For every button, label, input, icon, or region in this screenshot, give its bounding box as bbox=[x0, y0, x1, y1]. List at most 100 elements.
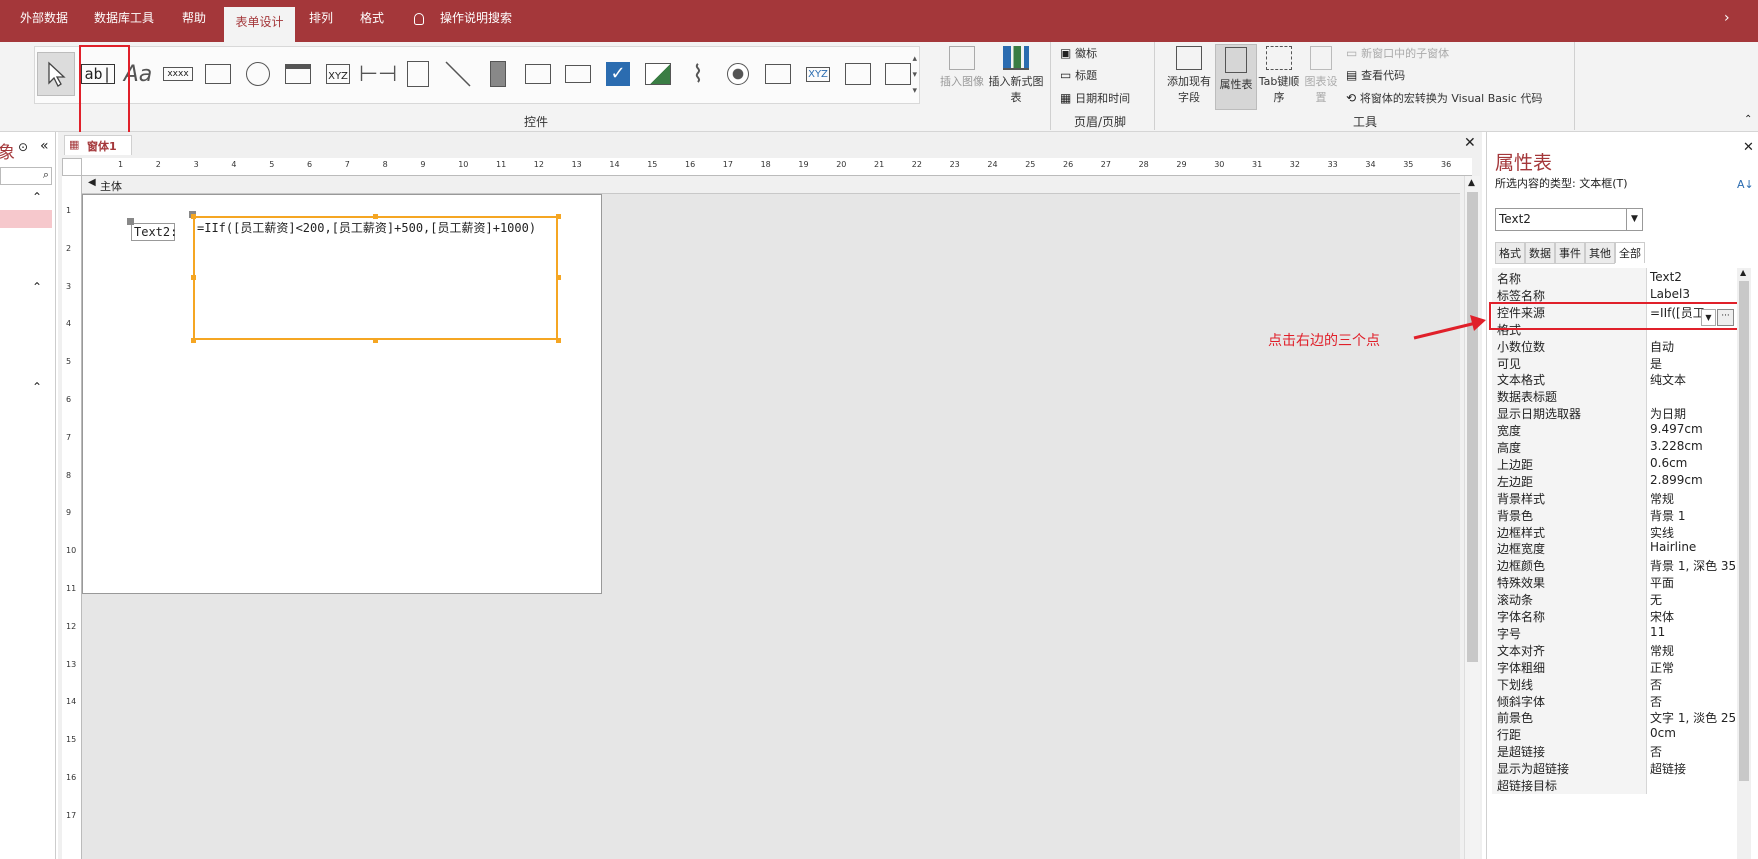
resize-handle[interactable] bbox=[556, 214, 561, 219]
label-handle[interactable] bbox=[127, 218, 134, 225]
resize-handle[interactable] bbox=[556, 338, 561, 343]
tab-database-tools[interactable]: 数据库工具 bbox=[94, 9, 154, 26]
option-button-tool[interactable] bbox=[719, 52, 757, 96]
line-tool[interactable] bbox=[439, 52, 477, 96]
ribbon-collapse-icon[interactable]: › bbox=[1724, 10, 1730, 26]
logo-button[interactable]: ▣ 徽标 bbox=[1060, 45, 1097, 61]
ruler-number: 7 bbox=[66, 432, 72, 442]
property-value[interactable] bbox=[1647, 775, 1735, 794]
resize-handle[interactable] bbox=[373, 338, 378, 343]
button-icon: xxxx bbox=[163, 67, 193, 81]
chart-tool[interactable]: XYZ bbox=[799, 52, 837, 96]
page-break-tool[interactable] bbox=[399, 52, 437, 96]
nav-collapse-icon[interactable]: « bbox=[40, 138, 49, 154]
scroll-up-icon[interactable]: ▲ bbox=[1468, 178, 1475, 188]
nav-group-chevron-icon[interactable]: ⌃ bbox=[32, 190, 42, 204]
listbox-tool[interactable] bbox=[519, 52, 557, 96]
option-group-icon: ⊢⊣ bbox=[358, 61, 398, 87]
dropdown-chevron-icon[interactable]: ▼ bbox=[1626, 209, 1642, 230]
tab-other-props[interactable]: 其他 bbox=[1585, 242, 1615, 264]
object-selector[interactable]: Text2 ▼ bbox=[1495, 208, 1643, 231]
property-row[interactable]: 超链接目标 bbox=[1492, 775, 1735, 794]
nav-menu-icon[interactable]: ⊙ bbox=[18, 140, 28, 154]
ruler-number: 18 bbox=[760, 160, 771, 169]
document-tab[interactable]: ▦ 窗体1 bbox=[64, 135, 132, 155]
ruler-number: 13 bbox=[66, 659, 77, 669]
bound-object-icon bbox=[885, 63, 911, 85]
scroll-thumb[interactable] bbox=[1467, 192, 1478, 662]
title-button[interactable]: ▭ 标题 bbox=[1060, 67, 1097, 83]
object-selector-value: Text2 bbox=[1499, 212, 1531, 226]
resize-handle[interactable] bbox=[373, 214, 378, 219]
tab-external-data[interactable]: 外部数据 bbox=[20, 9, 68, 26]
tab-format-props[interactable]: 格式 bbox=[1495, 242, 1525, 264]
nav-search-input[interactable]: ⌕ bbox=[0, 167, 52, 185]
textbox-control[interactable]: =IIf([员工薪资]<200,[员工薪资]+500,[员工薪资]+1000) bbox=[193, 216, 558, 340]
paperclip-icon: ⌇ bbox=[692, 60, 704, 88]
form-design-surface: ◀ 主体 Text2: =IIf([员工薪资]<200,[员工薪资]+500,[… bbox=[82, 176, 1460, 859]
nav-selected-item[interactable] bbox=[0, 210, 52, 228]
ribbon-pin-icon[interactable]: ⌃ bbox=[1744, 114, 1752, 125]
tab-all-props[interactable]: 全部 bbox=[1615, 242, 1645, 263]
view-code-button[interactable]: ▤ 查看代码 bbox=[1346, 67, 1405, 83]
add-fields-button[interactable]: 添加现有字段 bbox=[1163, 46, 1215, 105]
subform-tool[interactable] bbox=[759, 52, 797, 96]
ruler-number: 2 bbox=[66, 243, 72, 253]
subform-new-window[interactable]: ▭ 新窗口中的子窗体 bbox=[1346, 45, 1449, 61]
close-props-icon[interactable]: ✕ bbox=[1743, 140, 1754, 155]
sort-az-icon[interactable]: A↓ bbox=[1737, 178, 1754, 191]
chart-settings-button[interactable]: 图表设置 bbox=[1300, 46, 1342, 105]
tab-event-props[interactable]: 事件 bbox=[1555, 242, 1585, 264]
ruler-number: 26 bbox=[1063, 160, 1074, 169]
nav-group-chevron-icon[interactable]: ⌃ bbox=[32, 380, 42, 394]
ruler-number: 8 bbox=[382, 160, 388, 169]
ruler-number: 7 bbox=[344, 160, 350, 169]
tab-form-design[interactable]: 表单设计 bbox=[224, 7, 295, 42]
globe-link-icon bbox=[246, 62, 270, 86]
convert-macro-button[interactable]: ⟲ 将窗体的宏转换为 Visual Basic 代码 bbox=[1346, 90, 1542, 106]
tab-arrange[interactable]: 排列 bbox=[309, 9, 333, 26]
nav-group-chevron-icon[interactable]: ⌃ bbox=[32, 280, 42, 294]
tab-control-tool[interactable] bbox=[199, 52, 237, 96]
props-scrollbar[interactable]: ▲ bbox=[1737, 268, 1751, 859]
ruler-number: 12 bbox=[533, 160, 544, 169]
resize-handle[interactable] bbox=[191, 275, 196, 280]
ruler-number: 8 bbox=[66, 470, 72, 480]
select-tool[interactable] bbox=[37, 52, 75, 96]
insert-chart-button[interactable]: 插入新式图表 bbox=[988, 46, 1044, 108]
tab-order-button[interactable]: Tab键顺序 bbox=[1258, 46, 1300, 105]
image-tool[interactable] bbox=[639, 52, 677, 96]
date-time-button[interactable]: ▦ 日期和时间 bbox=[1060, 90, 1130, 106]
toggle-tool[interactable] bbox=[479, 52, 517, 96]
nav-control-tool[interactable]: XYZ bbox=[319, 52, 357, 96]
tell-me-search[interactable]: 操作说明搜索 bbox=[440, 9, 512, 26]
detail-section-canvas[interactable]: Text2: =IIf([员工薪资]<200,[员工薪资]+500,[员工薪资]… bbox=[82, 194, 602, 594]
bound-object-tool[interactable] bbox=[879, 52, 917, 96]
vertical-scrollbar[interactable]: ▲ bbox=[1464, 176, 1480, 859]
props-scroll-thumb[interactable] bbox=[1739, 281, 1749, 781]
ruler-number: 5 bbox=[66, 357, 72, 367]
scroll-up-icon[interactable]: ▲ bbox=[1740, 268, 1746, 277]
close-doc-icon[interactable]: ✕ bbox=[1464, 135, 1476, 151]
unbound-object-tool[interactable] bbox=[839, 52, 877, 96]
hyperlink-tool[interactable] bbox=[239, 52, 277, 96]
tab-format[interactable]: 格式 bbox=[360, 9, 384, 26]
label-control[interactable]: Text2: bbox=[131, 223, 177, 241]
resize-handle[interactable] bbox=[191, 214, 196, 219]
property-sheet-button[interactable]: 属性表 bbox=[1215, 44, 1257, 110]
insert-image-button[interactable]: 插入图像 bbox=[932, 46, 992, 108]
macro-icon: ⟲ bbox=[1346, 91, 1360, 105]
resize-handle[interactable] bbox=[191, 338, 196, 343]
ruler-number: 17 bbox=[66, 810, 77, 820]
button-tool[interactable]: xxxx bbox=[159, 52, 197, 96]
gallery-scroll-icon[interactable]: ▴ ▾ ▾ bbox=[912, 51, 917, 99]
web-browser-tool[interactable] bbox=[279, 52, 317, 96]
resize-handle[interactable] bbox=[556, 275, 561, 280]
tab-help[interactable]: 帮助 bbox=[182, 9, 206, 26]
option-group-tool[interactable]: ⊢⊣ bbox=[359, 52, 397, 96]
tab-data-props[interactable]: 数据 bbox=[1525, 242, 1555, 264]
rectangle-tool[interactable] bbox=[559, 52, 597, 96]
checkbox-tool[interactable]: ✓ bbox=[599, 52, 637, 96]
attachment-tool[interactable]: ⌇ bbox=[679, 52, 717, 96]
detail-section-bar[interactable]: ◀ 主体 bbox=[82, 176, 1460, 194]
